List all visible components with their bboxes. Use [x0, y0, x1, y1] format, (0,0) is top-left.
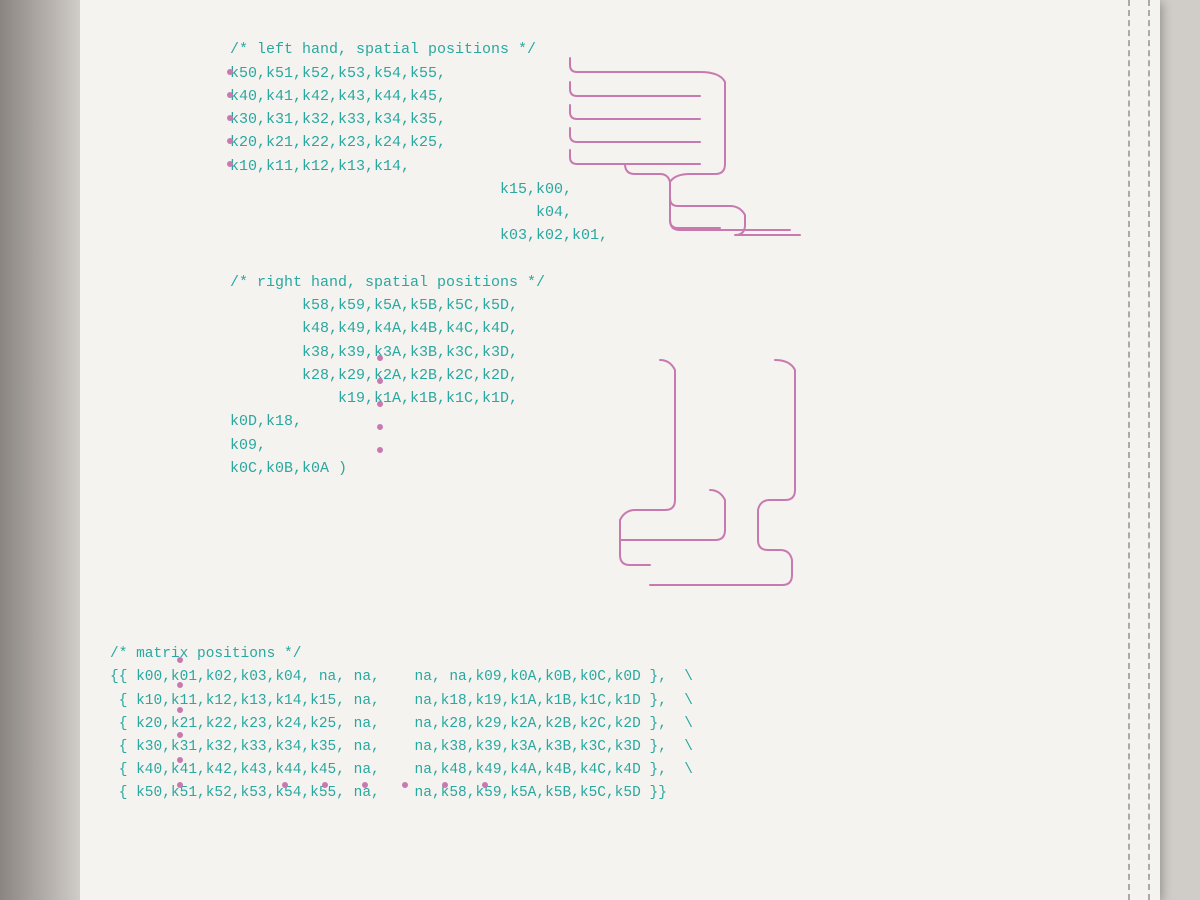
right-hand-extra-1: k0D,k18,: [230, 413, 302, 430]
left-hand-extra-1: k15,k00,: [230, 181, 572, 198]
matrix-section: /* matrix positions */ {{ k00,k01,k02,k0…: [110, 620, 693, 829]
left-hand-row-1: k50,k51,k52,k53,k54,k55,: [230, 65, 446, 82]
matrix-row-3: { k20,k21,k22,k23,k24,k25, na, na,k28,k2…: [110, 716, 693, 732]
right-hand-row-2: k48,k49,k4A,k4B,k4C,k4D,: [230, 320, 518, 337]
left-hand-extra-2: k04,: [230, 204, 572, 221]
matrix-row-5: { k40,k41,k42,k43,k44,k45, na, na,k48,k4…: [110, 762, 693, 778]
left-hand-row-4: k20,k21,k22,k23,k24,k25,: [230, 134, 446, 151]
right-hand-extra-3: k0C,k0B,k0A ): [230, 460, 347, 477]
matrix-comment: /* matrix positions */: [110, 646, 301, 662]
left-hand-row-3: k30,k31,k32,k33,k34,k35,: [230, 111, 446, 128]
matrix-row-6: { k50,k51,k52,k53,k54,k55, na, na,k58,k5…: [110, 785, 667, 801]
page: /* left hand, spatial positions */ k50,k…: [80, 0, 1160, 900]
left-hand-row-5: k10,k11,k12,k13,k14,: [230, 158, 410, 175]
page-edge: [0, 0, 80, 900]
right-hand-comment: /* right hand, spatial positions */: [230, 274, 545, 291]
code-content: /* left hand, spatial positions */ k50,k…: [230, 15, 608, 503]
right-hand-row-5: k19,k1A,k1B,k1C,k1D,: [230, 390, 518, 407]
matrix-row-4: { k30,k31,k32,k33,k34,k35, na, na,k38,k3…: [110, 739, 693, 755]
right-hand-row-3: k38,k39,k3A,k3B,k3C,k3D,: [230, 344, 518, 361]
left-hand-row-2: k40,k41,k42,k43,k44,k45,: [230, 88, 446, 105]
right-hand-extra-2: k09,: [230, 437, 266, 454]
right-hand-row-1: k58,k59,k5A,k5B,k5C,k5D,: [230, 297, 518, 314]
matrix-row-2: { k10,k11,k12,k13,k14,k15, na, na,k18,k1…: [110, 693, 693, 709]
left-hand-extra-3: k03,k02,k01,: [230, 227, 608, 244]
right-hand-row-4: k28,k29,k2A,k2B,k2C,k2D,: [230, 367, 518, 384]
matrix-row-1: {{ k00,k01,k02,k03,k04, na, na, na, na,k…: [110, 669, 693, 685]
margin-lines: [1100, 0, 1160, 900]
left-hand-comment: /* left hand, spatial positions */: [230, 41, 536, 58]
